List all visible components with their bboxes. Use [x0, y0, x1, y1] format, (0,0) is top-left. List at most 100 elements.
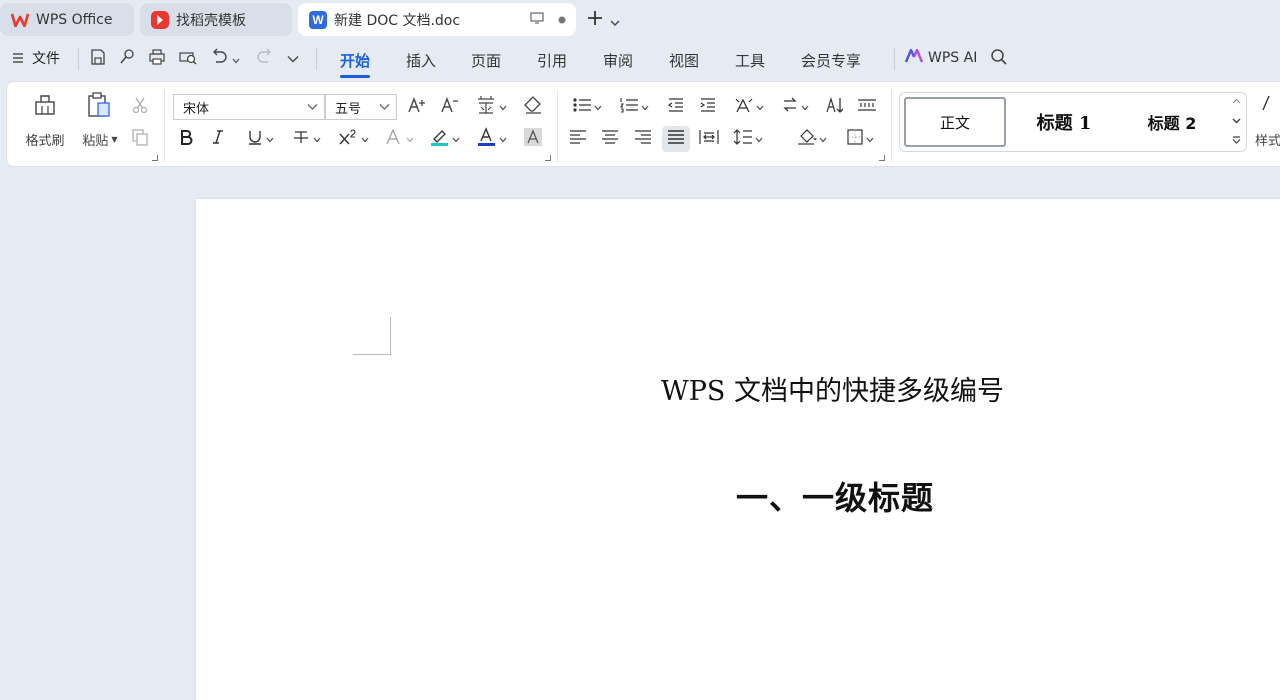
plus-icon [586, 8, 604, 32]
quick-access-more[interactable] [287, 48, 299, 67]
tab-membership[interactable]: 会员专享 [801, 50, 861, 71]
document-title[interactable]: WPS 文档中的快捷多级编号 [661, 369, 1004, 408]
expand-gallery-icon[interactable] [1232, 136, 1241, 147]
clipboard-group-launcher[interactable] [152, 155, 158, 161]
bullet-list-button[interactable] [569, 95, 605, 119]
format-painter-button[interactable] [27, 92, 63, 122]
tab-docer-templates[interactable]: 找稻壳模板 [140, 3, 292, 36]
text-effect-button[interactable] [381, 127, 417, 151]
sort-button[interactable] [823, 95, 847, 119]
save-icon [89, 48, 107, 70]
divider [557, 90, 558, 162]
search-button[interactable] [990, 48, 1008, 70]
numbered-list-button[interactable] [616, 95, 652, 119]
tab-review[interactable]: 审阅 [603, 50, 633, 71]
text-direction-button[interactable] [777, 95, 813, 119]
docer-icon [151, 10, 169, 29]
shading-button[interactable] [793, 127, 831, 151]
undo-button[interactable] [210, 48, 240, 68]
divider [894, 48, 895, 70]
bold-button[interactable] [175, 127, 197, 151]
tab-tools[interactable]: 工具 [735, 50, 765, 71]
align-center-button[interactable] [598, 127, 622, 151]
paragraph-group-launcher[interactable] [879, 155, 885, 161]
tab-view[interactable]: 视图 [669, 50, 699, 71]
menu-row: 文件 开始 插入 页面 引用 审阅 视图 工具 会员专享 WPS AI [0, 40, 1280, 78]
style-normal[interactable]: 正文 [904, 97, 1006, 147]
styles-scroller[interactable] [1230, 97, 1242, 147]
scroll-down-icon[interactable] [1232, 117, 1241, 127]
tab-wps-office[interactable]: WPS Office [0, 3, 134, 36]
font-group-launcher[interactable] [545, 155, 551, 161]
borders-icon [846, 128, 864, 150]
superscript-button[interactable] [335, 127, 371, 151]
decrease-indent-button[interactable] [664, 95, 688, 119]
clipboard-icon [86, 91, 112, 123]
tab-insert[interactable]: 插入 [406, 50, 436, 71]
italic-button[interactable] [207, 127, 229, 151]
distributed-align-icon [699, 129, 719, 149]
document-page[interactable]: WPS 文档中的快捷多级编号 一、一级标题 [196, 199, 1280, 700]
tab-home[interactable]: 开始 [340, 50, 371, 78]
chinese-layout-button[interactable] [730, 95, 768, 119]
styles-gallery: 正文 标题 1 标题 2 [899, 92, 1247, 152]
chevron-down-icon [287, 48, 299, 67]
heading-level-1[interactable]: 一、一级标题 [736, 473, 934, 519]
format-painter-label: 格式刷 [25, 133, 65, 149]
chevron-down-icon[interactable] [232, 49, 240, 68]
borders-button[interactable] [841, 127, 879, 151]
tab-references[interactable]: 引用 [537, 50, 567, 71]
print-preview-button[interactable] [178, 48, 198, 70]
caret-down-icon: ▼ [111, 134, 118, 144]
unsaved-dot-icon[interactable] [558, 12, 566, 28]
font-size-select[interactable]: 五号 [325, 94, 397, 120]
chevron-down-icon [499, 132, 507, 147]
save-button[interactable] [89, 48, 107, 70]
styles-panel-button[interactable] [1257, 94, 1279, 116]
shrink-font-button[interactable] [439, 95, 461, 119]
grow-font-button[interactable] [406, 95, 428, 119]
font-color-button[interactable] [474, 127, 510, 151]
justify-icon [667, 130, 685, 148]
increase-indent-button[interactable] [696, 95, 720, 119]
chevron-down-icon [379, 100, 390, 114]
eraser-icon [523, 96, 543, 118]
tab-label: 新建 DOC 文档.doc [334, 12, 461, 29]
scroll-up-icon[interactable] [1232, 97, 1241, 107]
font-name-select[interactable]: 宋体 [173, 94, 325, 120]
chevron-down-icon [307, 100, 318, 114]
highlight-button[interactable] [427, 127, 463, 151]
clear-format-button[interactable] [521, 95, 545, 119]
char-shading-button[interactable] [521, 127, 545, 151]
tab-page[interactable]: 页面 [471, 50, 501, 71]
show-marks-button[interactable] [855, 95, 879, 119]
file-menu[interactable]: 文件 [12, 48, 60, 68]
style-heading-2[interactable]: 标题 2 [1120, 97, 1224, 147]
copy-button[interactable] [129, 128, 151, 150]
decrease-indent-icon [667, 97, 685, 117]
align-left-button[interactable] [566, 127, 590, 151]
print-button[interactable] [148, 48, 166, 70]
divider [316, 48, 317, 70]
justify-button[interactable] [662, 126, 690, 152]
paste-button[interactable] [81, 92, 117, 122]
hamburger-icon [12, 49, 24, 68]
wps-ai-button[interactable]: WPS AI [904, 48, 977, 67]
chevron-down-icon[interactable] [610, 8, 620, 32]
styles-panel-label: 样式 [1255, 133, 1280, 149]
distributed-align-button[interactable] [697, 127, 721, 151]
style-heading-1[interactable]: 标题 1 [1012, 97, 1116, 147]
format-brush-button[interactable] [118, 48, 136, 70]
line-spacing-icon [733, 128, 753, 150]
new-tab-button[interactable] [586, 8, 620, 32]
cut-button[interactable] [129, 96, 151, 118]
align-right-button[interactable] [631, 127, 655, 151]
strikethrough-button[interactable] [288, 127, 324, 151]
line-spacing-button[interactable] [729, 127, 767, 151]
tab-current-document[interactable]: W 新建 DOC 文档.doc [298, 3, 576, 36]
redo-button[interactable] [256, 48, 274, 68]
phonetic-guide-button[interactable] [473, 95, 509, 119]
screen-icon[interactable] [530, 12, 544, 28]
paste-dropdown[interactable]: 粘贴 ▼ [77, 130, 123, 149]
underline-button[interactable] [243, 127, 277, 151]
